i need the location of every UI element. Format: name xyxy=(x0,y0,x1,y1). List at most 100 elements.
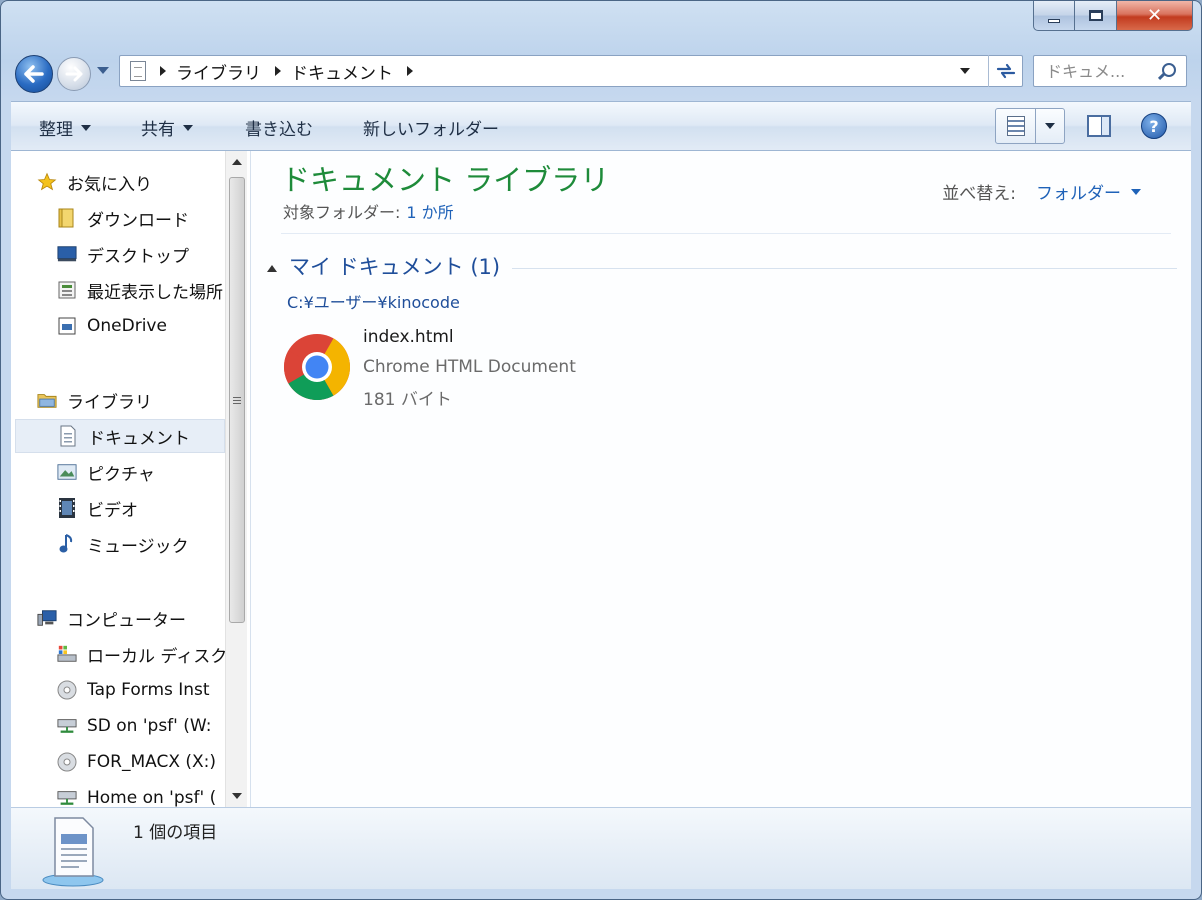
maximize-icon xyxy=(1088,10,1103,21)
library-title: ドキュメント ライブラリ xyxy=(281,163,610,197)
star-icon xyxy=(37,172,57,192)
sidebar-item-label: ダウンロード xyxy=(87,210,189,231)
view-toggle[interactable] xyxy=(996,109,1036,143)
preview-pane-icon[interactable] xyxy=(1087,115,1111,137)
recent-pages-dropdown-icon[interactable] xyxy=(97,67,109,74)
divider xyxy=(281,233,1171,234)
burn-label: 書き込む xyxy=(245,120,313,140)
view-options-dropdown[interactable] xyxy=(1036,109,1064,143)
sidebar-item-label: Home on 'psf' ( xyxy=(87,788,217,807)
breadcrumb-separator-icon[interactable] xyxy=(275,66,281,76)
document-icon xyxy=(58,425,78,447)
group-name: マイ ドキュメント (1) xyxy=(289,255,501,279)
includes-locations-link[interactable]: 1 か所 xyxy=(406,203,453,222)
onedrive-icon xyxy=(57,316,77,336)
navigation-scrollbar[interactable] xyxy=(225,151,247,807)
sidebar-item-label: ミュージック xyxy=(87,536,189,557)
sidebar-item-sd-psf[interactable]: SD on 'psf' (W: xyxy=(57,709,225,743)
includes-label: 対象フォルダー: xyxy=(283,203,401,222)
sidebar-item-label: ピクチャ xyxy=(87,464,155,485)
organize-button[interactable]: 整理 xyxy=(39,115,91,140)
document-library-icon xyxy=(42,817,104,887)
file-name: index.html xyxy=(363,327,454,347)
sidebar-item-pictures[interactable]: ピクチャ xyxy=(57,455,250,489)
forward-button[interactable] xyxy=(57,57,91,91)
breadcrumb-documents[interactable]: ドキュメント xyxy=(291,59,393,84)
chrome-icon xyxy=(283,334,350,401)
sidebar-item-computer[interactable]: コンピューター xyxy=(37,601,249,635)
details-pane: 1 個の項目 xyxy=(11,807,1191,889)
sidebar-item-label: SD on 'psf' (W: xyxy=(87,716,212,736)
sidebar-item-recent-places[interactable]: 最近表示した場所 xyxy=(57,273,225,307)
breadcrumb-libraries[interactable]: ライブラリ xyxy=(176,59,261,84)
sidebar-item-local-disk[interactable]: ローカル ディスク xyxy=(57,637,225,671)
sidebar-item-label: Tap Forms Inst xyxy=(87,680,210,700)
change-view-button[interactable] xyxy=(995,108,1065,144)
scroll-thumb[interactable] xyxy=(229,177,245,623)
details-view-icon xyxy=(1006,116,1025,136)
navigation-bar: ライブラリ ドキュメント xyxy=(1,47,1201,97)
library-includes: 対象フォルダー: 1 か所 xyxy=(283,199,454,223)
group-header[interactable]: マイ ドキュメント (1) xyxy=(267,251,1177,281)
sidebar-item-for-macx[interactable]: FOR_MACX (X:) xyxy=(57,745,225,779)
scroll-down-icon xyxy=(232,793,242,799)
sidebar-item-label: ライブラリ xyxy=(67,392,152,413)
collapse-triangle-icon[interactable] xyxy=(267,264,277,272)
search-box xyxy=(1033,55,1187,87)
sidebar-item-label: お気に入り xyxy=(67,174,152,195)
sidebar-item-onedrive[interactable]: OneDrive xyxy=(57,309,250,343)
title-bar[interactable]: ✕ xyxy=(1,1,1201,41)
chevron-down-icon[interactable] xyxy=(1131,188,1141,195)
cd-drive-icon xyxy=(57,752,77,772)
new-folder-label: 新しいフォルダー xyxy=(363,120,499,140)
breadcrumb-separator-icon[interactable] xyxy=(407,66,413,76)
back-arrow-icon xyxy=(24,65,44,83)
breadcrumb-separator-icon[interactable] xyxy=(160,66,166,76)
maximize-button[interactable] xyxy=(1075,1,1117,31)
network-drive-icon xyxy=(57,716,77,736)
back-button[interactable] xyxy=(15,55,53,93)
chevron-down-icon xyxy=(81,124,91,131)
arrange-by-dropdown[interactable]: フォルダー xyxy=(1036,179,1121,204)
sidebar-item-label: ビデオ xyxy=(87,500,138,521)
content-area: お気に入り ダウンロード デスクトップ 最近表示した場所 OneDrive ライ… xyxy=(11,151,1191,807)
minimize-button[interactable] xyxy=(1033,1,1075,31)
file-type: Chrome HTML Document xyxy=(363,357,576,377)
burn-button[interactable]: 書き込む xyxy=(245,115,313,140)
cd-drive-icon xyxy=(57,680,77,700)
recent-places-icon xyxy=(57,280,77,300)
close-button[interactable]: ✕ xyxy=(1117,1,1193,31)
video-icon xyxy=(57,498,77,518)
sidebar-item-documents[interactable]: ドキュメント xyxy=(15,419,225,453)
sidebar-item-favorites[interactable]: お気に入り xyxy=(37,165,249,199)
command-bar: 整理 共有 書き込む 新しいフォルダー ? xyxy=(11,101,1191,151)
share-button[interactable]: 共有 xyxy=(141,115,193,140)
address-bar[interactable]: ライブラリ ドキュメント xyxy=(119,55,1023,87)
refresh-button[interactable] xyxy=(988,55,1022,87)
sidebar-item-music[interactable]: ミュージック xyxy=(57,527,250,561)
file-list-pane: ドキュメント ライブラリ 対象フォルダー: 1 か所 並べ替え: フォルダー マイ… xyxy=(251,151,1191,807)
sidebar-item-tap-forms[interactable]: Tap Forms Inst xyxy=(57,673,225,707)
help-icon[interactable]: ? xyxy=(1141,113,1167,139)
scroll-up-button[interactable] xyxy=(226,151,248,173)
sidebar-item-libraries[interactable]: ライブラリ xyxy=(37,383,249,417)
sidebar-item-desktop[interactable]: デスクトップ xyxy=(57,237,250,271)
chevron-down-icon xyxy=(183,124,193,131)
sidebar-item-home-psf[interactable]: Home on 'psf' ( xyxy=(57,781,225,807)
explorer-window: ✕ ライブラリ ドキュメント 整理 共有 書き込 xyxy=(0,0,1202,900)
new-folder-button[interactable]: 新しいフォルダー xyxy=(363,115,499,140)
address-history-dropdown-icon[interactable] xyxy=(960,68,970,74)
caption-buttons: ✕ xyxy=(1033,1,1193,31)
scroll-down-button[interactable] xyxy=(226,785,248,807)
sidebar-item-videos[interactable]: ビデオ xyxy=(57,491,250,525)
sidebar-item-downloads[interactable]: ダウンロード xyxy=(57,201,250,235)
downloads-folder-icon xyxy=(57,208,77,228)
group-path: C:¥ユーザー¥kinocode xyxy=(287,293,460,312)
sidebar-item-label: FOR_MACX (X:) xyxy=(87,752,217,772)
computer-icon xyxy=(37,608,57,628)
search-input[interactable] xyxy=(1046,61,1146,81)
search-icon[interactable] xyxy=(1162,63,1176,77)
close-icon: ✕ xyxy=(1146,5,1163,26)
navigation-pane: お気に入り ダウンロード デスクトップ 最近表示した場所 OneDrive ライ… xyxy=(11,151,251,807)
file-item[interactable]: index.html Chrome HTML Document 181 バイト xyxy=(283,327,643,410)
